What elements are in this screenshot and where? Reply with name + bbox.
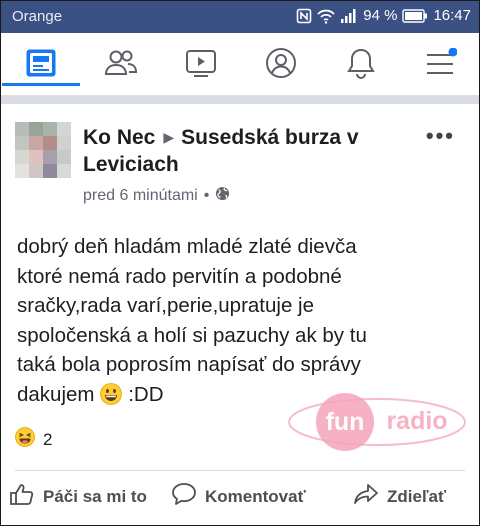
fun-radio-watermark-logo: fun radio bbox=[287, 391, 467, 453]
friends-tab[interactable] bbox=[101, 45, 141, 85]
watermark-fun: fun bbox=[326, 408, 365, 436]
haha-reaction-icon bbox=[15, 427, 35, 452]
share-arrow-icon bbox=[353, 482, 379, 511]
watch-tab[interactable] bbox=[181, 45, 221, 85]
battery-icon bbox=[402, 8, 428, 23]
comment-label: Komentovať bbox=[205, 486, 306, 506]
reaction-count: 2 bbox=[43, 429, 53, 449]
profile-icon bbox=[265, 47, 297, 84]
post-meta: pred 6 minútami • bbox=[83, 186, 230, 206]
post-actions: Páči sa mi to Komentovať Zdieľať bbox=[1, 476, 479, 520]
notifications-tab[interactable] bbox=[341, 45, 381, 85]
comment-bubble-icon bbox=[171, 482, 197, 511]
author-name[interactable]: Ko Nec bbox=[83, 126, 155, 149]
status-icons: 94 % 16:47 bbox=[296, 7, 471, 24]
carrier-label: Orange bbox=[12, 8, 63, 25]
grinning-face-emoji-icon bbox=[100, 382, 123, 405]
news-feed-icon bbox=[25, 48, 57, 83]
watermark-radio: radio bbox=[386, 407, 447, 435]
clock: 16:47 bbox=[433, 7, 471, 24]
arrow-right-icon: ▶ bbox=[163, 129, 175, 145]
post-header: Ko Nec ▶ Susedská burza v Leviciach bbox=[83, 124, 413, 178]
post-timestamp[interactable]: pred 6 minútami bbox=[83, 187, 198, 205]
phone-screen: Orange 94 % 16:47 Ko Nec ▶ Susedská burz… bbox=[0, 0, 480, 526]
post-text-line: sračky,rada varí,perie,upratuje je bbox=[17, 294, 315, 317]
active-tab-indicator bbox=[2, 83, 80, 86]
share-button[interactable]: Zdieľať bbox=[353, 482, 446, 511]
status-bar: Orange 94 % 16:47 bbox=[1, 1, 479, 33]
post-text-line: spoločenská a holí si pazuchy ak by tu bbox=[17, 323, 367, 347]
divider bbox=[15, 470, 465, 471]
post-body: dobrý deň hladám mladé zlaté dievča ktor… bbox=[17, 232, 467, 409]
nfc-icon bbox=[296, 8, 312, 24]
post-text-suffix: :DD bbox=[128, 382, 164, 406]
menu-tab[interactable] bbox=[421, 45, 461, 85]
comment-button[interactable]: Komentovať bbox=[171, 482, 306, 511]
battery-percent: 94 % bbox=[363, 7, 398, 24]
feed-separator bbox=[1, 96, 479, 104]
post-text-line: dakujem bbox=[17, 382, 95, 406]
more-options-icon[interactable]: ••• bbox=[426, 123, 455, 149]
video-play-icon bbox=[185, 48, 217, 83]
meta-separator: • bbox=[203, 187, 210, 204]
post-text-line: dobrý deň hladám mladé zlaté dievča bbox=[17, 235, 357, 258]
top-navigation bbox=[1, 33, 479, 96]
news-feed-tab[interactable] bbox=[2, 45, 80, 86]
thumbs-up-icon bbox=[9, 482, 35, 511]
feed-post: Ko Nec ▶ Susedská burza v Leviciach ••• pr… bbox=[1, 104, 479, 525]
hamburger-menu-icon bbox=[425, 47, 458, 83]
reactions-summary[interactable]: 2 bbox=[15, 427, 52, 452]
like-label: Páči sa mi to bbox=[43, 486, 147, 506]
author-avatar[interactable] bbox=[15, 122, 71, 178]
friends-icon bbox=[104, 48, 138, 83]
profile-tab[interactable] bbox=[261, 45, 301, 85]
share-label: Zdieľať bbox=[387, 486, 447, 506]
like-button[interactable]: Páči sa mi to bbox=[9, 482, 147, 511]
bell-icon bbox=[346, 47, 376, 84]
wifi-icon bbox=[317, 8, 335, 24]
post-text-line: taká bola poprosím napísať do správy bbox=[17, 353, 361, 376]
signal-icon bbox=[340, 8, 358, 23]
globe-icon bbox=[215, 186, 230, 206]
post-text-line: ktoré nemá rado pervitín a podobné bbox=[17, 264, 342, 288]
